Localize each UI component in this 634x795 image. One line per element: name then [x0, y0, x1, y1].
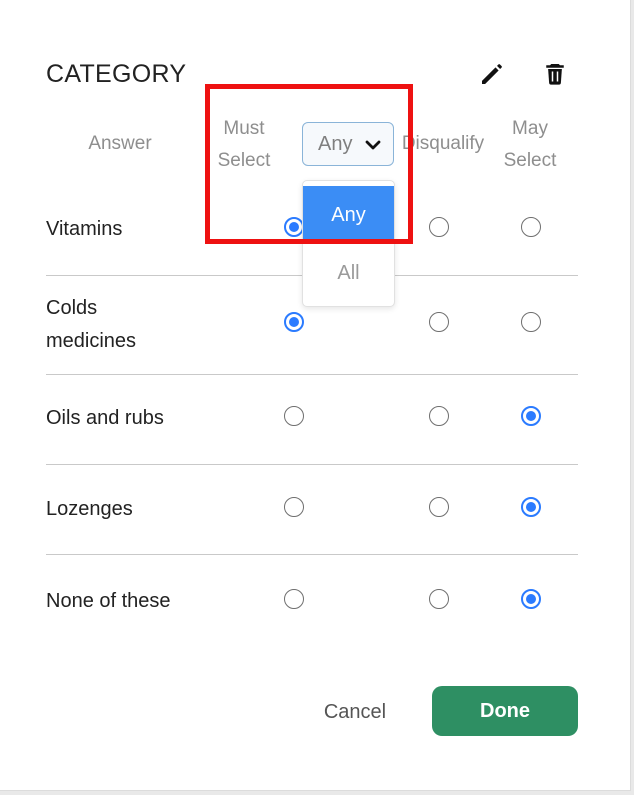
radio-vitamins-may-select[interactable] [521, 217, 541, 237]
row-label-line: medicines [46, 330, 137, 352]
may-select-header-line: May [512, 118, 548, 139]
delete-button[interactable] [540, 59, 570, 89]
radio-lozenges-may-select[interactable] [521, 497, 541, 517]
category-dialog: CATEGORY Answer Must Select Disqualify M… [0, 0, 631, 791]
must-select-header-line: Select [217, 150, 271, 171]
must-select-mode-value: Any [318, 132, 353, 155]
column-header-may-select: May Select [490, 113, 570, 177]
row-divider [46, 374, 578, 375]
row-divider [46, 554, 578, 555]
radio-oils-disqualify[interactable] [429, 406, 449, 426]
cancel-button[interactable]: Cancel [310, 690, 400, 734]
chevron-down-icon [365, 140, 381, 150]
must-select-header-line: Must [223, 118, 265, 139]
column-header-must-select: Must Select [204, 113, 284, 177]
radio-oils-may-select[interactable] [521, 406, 541, 426]
radio-none-disqualify[interactable] [429, 589, 449, 609]
radio-oils-must-select[interactable] [284, 406, 304, 426]
row-label-oils-and-rubs: Oils and rubs [46, 407, 164, 429]
dialog-title: CATEGORY [46, 60, 187, 88]
row-divider [46, 464, 578, 465]
column-header-disqualify: Disqualify [401, 133, 485, 154]
radio-vitamins-must-select[interactable] [284, 217, 304, 237]
radio-none-may-select[interactable] [521, 589, 541, 609]
may-select-header-line: Select [503, 150, 557, 171]
column-header-answer: Answer [88, 133, 152, 154]
dropdown-option-any[interactable]: Any [303, 186, 394, 244]
radio-colds-may-select[interactable] [521, 312, 541, 332]
row-label-colds-medicines: Colds medicines [46, 292, 136, 358]
must-select-mode-dropdown[interactable]: Any [302, 122, 394, 166]
dropdown-option-all[interactable]: All [303, 244, 394, 302]
row-label-line: Colds [46, 297, 98, 319]
must-select-mode-options: Any All [302, 180, 395, 307]
row-label-none-of-these: None of these [46, 590, 171, 612]
row-label-vitamins: Vitamins [46, 218, 123, 240]
pencil-icon [482, 64, 502, 84]
row-label-lozenges: Lozenges [46, 498, 133, 520]
done-button[interactable]: Done [432, 686, 578, 736]
trash-icon [546, 64, 564, 85]
radio-lozenges-disqualify[interactable] [429, 497, 449, 517]
radio-none-must-select[interactable] [284, 589, 304, 609]
edit-button[interactable] [477, 59, 507, 89]
radio-lozenges-must-select[interactable] [284, 497, 304, 517]
radio-vitamins-disqualify[interactable] [429, 217, 449, 237]
radio-colds-must-select[interactable] [284, 312, 304, 332]
radio-colds-disqualify[interactable] [429, 312, 449, 332]
